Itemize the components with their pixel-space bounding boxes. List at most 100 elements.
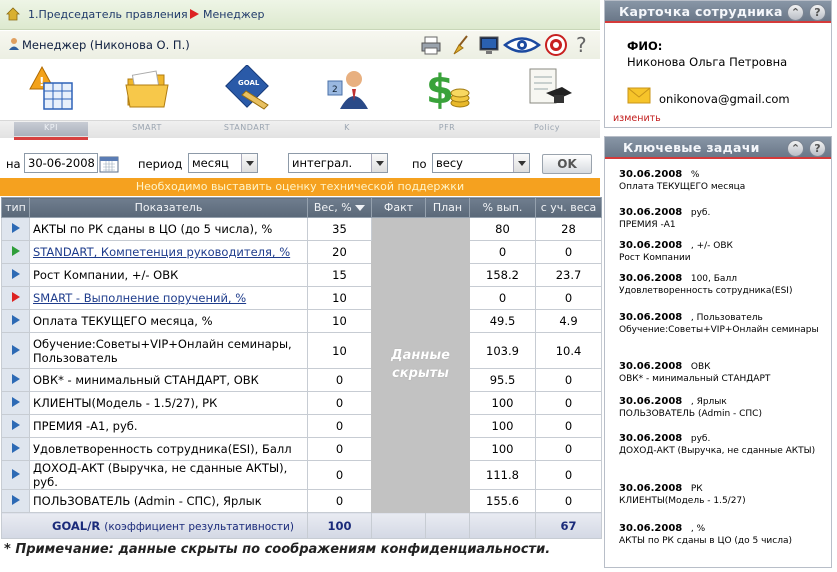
row-marker-cell[interactable] bbox=[1, 309, 30, 333]
printer-icon[interactable] bbox=[420, 34, 442, 56]
warning-banner[interactable]: Необходимо выставить оценку технической … bbox=[0, 178, 600, 196]
tab-policy-label[interactable]: Policy bbox=[510, 123, 584, 132]
date-field[interactable] bbox=[24, 153, 98, 173]
weighted-cell: 4.9 bbox=[535, 309, 602, 333]
table-row[interactable]: ПОЛЬЗОВАТЕЛЬ (Admin - СПС), Ярлык 0 155.6 0 bbox=[1, 489, 602, 513]
weighted-cell: 0 bbox=[535, 414, 602, 438]
help-icon[interactable]: ? bbox=[573, 34, 593, 56]
breadcrumb-level1[interactable]: 1.Председатель правления bbox=[28, 8, 188, 21]
period-select-value: месяц bbox=[192, 156, 229, 170]
indicator-label[interactable]: SMART - Выполнение поручений, % bbox=[33, 291, 246, 305]
weight-total: 100 bbox=[307, 512, 372, 539]
expand-arrow-icon[interactable] bbox=[11, 269, 20, 279]
row-marker-cell[interactable] bbox=[1, 489, 30, 513]
task-date: 30.06.2008 bbox=[619, 169, 683, 180]
edit-link[interactable]: изменить bbox=[613, 113, 661, 124]
user-icon bbox=[9, 38, 19, 50]
home-icon[interactable] bbox=[6, 7, 20, 21]
key-task-item[interactable]: 30.06.2008 , +/- ОВК Рост Компании bbox=[619, 240, 829, 264]
help-icon[interactable]: ? bbox=[809, 4, 826, 21]
email-link[interactable]: onikonova@gmail.com bbox=[659, 92, 790, 106]
pct-cell: 100 bbox=[469, 437, 536, 461]
goal-ruler-icon: GOAL bbox=[225, 65, 269, 110]
indicator-name[interactable]: STANDART, Компетенция руководителя, % bbox=[29, 240, 308, 264]
expand-arrow-icon[interactable] bbox=[11, 420, 20, 430]
table-row[interactable]: Рост Компании, +/- ОВК 15 158.2 23.7 bbox=[1, 263, 602, 287]
kpi-table: тип Показатель Вес, % Факт План % вып. с… bbox=[1, 197, 602, 539]
help-icon[interactable]: ? bbox=[809, 140, 826, 157]
row-marker-cell[interactable] bbox=[1, 460, 30, 490]
row-marker-cell[interactable] bbox=[1, 368, 30, 392]
key-task-item[interactable]: 30.06.2008 , Пользователь Обучение:Советы… bbox=[619, 312, 829, 336]
expand-arrow-icon[interactable] bbox=[11, 469, 20, 479]
key-task-item[interactable]: 30.06.2008 РК КЛИЕНТЫ(Модель - 1.5/27) bbox=[619, 483, 829, 507]
expand-arrow-icon[interactable] bbox=[11, 495, 20, 505]
target-icon[interactable] bbox=[544, 34, 568, 56]
fio-value: Никонова Ольга Петровна bbox=[627, 55, 788, 69]
table-row[interactable]: SMART - Выполнение поручений, % 10 0 0 bbox=[1, 286, 602, 310]
by-select[interactable]: весу bbox=[432, 153, 530, 173]
collapse-icon[interactable]: ⌃ bbox=[787, 4, 804, 21]
row-marker-cell[interactable] bbox=[1, 263, 30, 287]
indicator-label[interactable]: STANDART, Компетенция руководителя, % bbox=[33, 245, 290, 259]
expand-arrow-icon[interactable] bbox=[11, 344, 20, 355]
expand-arrow-icon[interactable] bbox=[11, 223, 20, 233]
expand-arrow-icon[interactable] bbox=[11, 374, 20, 384]
table-row[interactable]: КЛИЕНТЫ(Модель - 1.5/27), РК 0 100 0 bbox=[1, 391, 602, 415]
monitor-icon[interactable] bbox=[478, 34, 500, 56]
key-task-item[interactable]: 30.06.2008 % Оплата ТЕКУЩЕГО месяца bbox=[619, 169, 829, 193]
table-row[interactable]: АКТЫ по РК сданы в ЦО (до 5 числа), % 35 Д… bbox=[1, 217, 602, 513]
pct-cell: 95.5 bbox=[469, 368, 536, 392]
ok-button[interactable]: OK bbox=[542, 154, 592, 174]
table-row[interactable]: STANDART, Компетенция руководителя, % 20 0… bbox=[1, 240, 602, 264]
table-row[interactable]: Удовлетворенность сотрудника(ESI), Балл 0… bbox=[1, 437, 602, 461]
indicator-name[interactable]: SMART - Выполнение поручений, % bbox=[29, 286, 308, 310]
tab-smart-label[interactable]: SMART bbox=[110, 123, 184, 132]
table-row[interactable]: ДОХОД-АКТ (Выручка, не сданные АКТЫ), ру… bbox=[1, 460, 602, 490]
breadcrumb-level2[interactable]: Менеджер bbox=[203, 8, 264, 21]
collapse-icon[interactable]: ⌃ bbox=[787, 140, 804, 157]
key-task-item[interactable]: 30.06.2008 руб. ДОХОД-АКТ (Выручка, не сд… bbox=[619, 433, 829, 457]
expand-arrow-icon[interactable] bbox=[11, 292, 20, 302]
task-date: 30.06.2008 bbox=[619, 396, 683, 407]
key-task-item[interactable]: 30.06.2008 , % АКТЫ по РК сданы в ЦО (до … bbox=[619, 523, 829, 547]
by-label: по bbox=[412, 157, 427, 171]
expand-arrow-icon[interactable] bbox=[11, 443, 20, 453]
table-row[interactable]: Оплата ТЕКУЩЕГО месяца, % 10 49.5 4.9 bbox=[1, 309, 602, 333]
task-unit: 100, Балл bbox=[690, 274, 737, 284]
calendar-icon[interactable] bbox=[99, 155, 119, 173]
tab-pfr-label[interactable]: PFR bbox=[410, 123, 484, 132]
key-task-item[interactable]: 30.06.2008 ОВК ОВК* - минимальный СТАНДАР… bbox=[619, 361, 829, 385]
expand-arrow-icon[interactable] bbox=[11, 315, 20, 325]
weighted-total: 67 bbox=[535, 512, 602, 539]
table-row[interactable]: Обучение:Советы+VIP+Онлайн семинары, Пол… bbox=[1, 332, 602, 369]
col-weight[interactable]: Вес, % bbox=[307, 197, 372, 218]
table-row[interactable]: ОВК* - минимальный СТАНДАРТ, ОВК 0 95.5 0 bbox=[1, 368, 602, 392]
row-marker-cell[interactable] bbox=[1, 437, 30, 461]
indicator-label: Обучение:Советы+VIP+Онлайн семинары, Пол… bbox=[33, 336, 292, 365]
mode-select[interactable]: интеграл. bbox=[288, 153, 388, 173]
tab-kpi-label[interactable]: KPI bbox=[14, 123, 88, 132]
row-marker-cell[interactable] bbox=[1, 414, 30, 438]
row-marker-cell[interactable] bbox=[1, 332, 30, 369]
tab-k-label[interactable]: K bbox=[310, 123, 384, 132]
row-marker-cell[interactable] bbox=[1, 391, 30, 415]
period-select[interactable]: месяц bbox=[188, 153, 258, 173]
eye-icon[interactable] bbox=[503, 34, 541, 56]
row-marker-cell[interactable] bbox=[1, 217, 30, 241]
pct-cell: 0 bbox=[469, 240, 536, 264]
broom-icon[interactable] bbox=[450, 34, 472, 56]
key-task-item[interactable]: 30.06.2008 , Ярлык ПОЛЬЗОВАТЕЛЬ (Admin - … bbox=[619, 396, 829, 420]
col-indicator[interactable]: Показатель bbox=[29, 197, 308, 218]
table-row[interactable]: ПРЕМИЯ -А1, руб. 0 100 0 bbox=[1, 414, 602, 438]
row-marker-cell[interactable] bbox=[1, 240, 30, 264]
expand-arrow-icon[interactable] bbox=[11, 397, 20, 407]
expand-arrow-icon[interactable] bbox=[11, 246, 20, 256]
weight-cell: 0 bbox=[307, 489, 372, 513]
sort-down-icon bbox=[355, 205, 366, 211]
tab-standart-label[interactable]: STANDART bbox=[210, 123, 284, 132]
row-marker-cell[interactable] bbox=[1, 286, 30, 310]
key-task-item[interactable]: 30.06.2008 100, Балл Удовлетворенность со… bbox=[619, 273, 829, 297]
key-task-item[interactable]: 30.06.2008 руб. ПРЕМИЯ -А1 bbox=[619, 207, 829, 231]
breadcrumb: 1.Председатель правления Менеджер bbox=[0, 0, 600, 30]
